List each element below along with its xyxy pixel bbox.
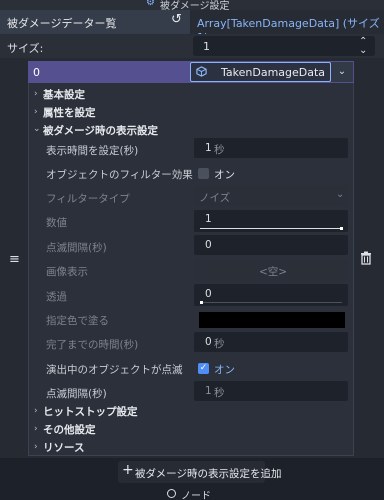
- chevron-down-icon[interactable]: ⌄: [336, 189, 344, 200]
- numeric-slider-track: [200, 228, 342, 229]
- row-label-blink-interval-2: 点滅間隔(秒): [46, 388, 107, 400]
- size-input[interactable]: [193, 36, 375, 56]
- transparency-value: 0: [205, 288, 212, 300]
- element-index: 0: [33, 66, 40, 79]
- filter-effect-value: オン: [214, 169, 235, 181]
- blink-interval-2-value: 1: [205, 385, 212, 397]
- row-label-complete-time: 完了までの時間(秒): [46, 339, 139, 351]
- filter-effect-checkbox[interactable]: [198, 168, 209, 179]
- transparency-slider-knob[interactable]: [200, 301, 203, 304]
- resource-type-label: TakenDamageData: [221, 66, 326, 79]
- numeric-value: 1: [205, 213, 212, 225]
- row-label-filter-effect: オブジェクトのフィルター効果: [46, 169, 193, 181]
- chevron-down-icon[interactable]: ⌄: [331, 62, 353, 82]
- complete-time-unit: 秒: [214, 338, 225, 350]
- chevron-right-icon[interactable]: ›: [34, 442, 38, 452]
- chevron-right-icon[interactable]: ›: [34, 406, 38, 416]
- blink-interval-input[interactable]: [194, 235, 348, 255]
- numeric-slider-knob[interactable]: [340, 227, 343, 230]
- node-tab-label[interactable]: ノード: [181, 487, 211, 500]
- transparency-slider-track: [200, 302, 342, 303]
- row-label-blink-during: 演出中のオブジェクトが点滅: [46, 364, 183, 376]
- size-value: 1: [203, 40, 210, 53]
- blink-during-checkbox[interactable]: ✓: [198, 363, 209, 374]
- section-hitstop[interactable]: ヒットストップ設定: [43, 404, 138, 419]
- display-time-unit: 秒: [214, 144, 225, 156]
- chevron-right-icon[interactable]: ›: [34, 89, 38, 99]
- section-basic[interactable]: 基本設定: [43, 87, 85, 102]
- section-display[interactable]: 被ダメージ時の表示設定: [43, 123, 158, 138]
- row-label-filter-type: フィルタータイプ: [46, 193, 130, 205]
- property-name: 被ダメージデーター覧: [7, 17, 117, 30]
- row-label-blink-interval: 点滅間隔(秒): [46, 242, 107, 254]
- size-label: サイズ:: [7, 42, 44, 55]
- row-label-image: 画像表示: [46, 266, 88, 278]
- plus-icon: +: [122, 462, 134, 478]
- size-stepper-icon[interactable]: ⌃ ⌄: [359, 37, 367, 56]
- revert-icon[interactable]: ↺: [171, 13, 185, 27]
- display-time-value: 1: [205, 142, 212, 154]
- complete-time-value: 0: [205, 336, 212, 348]
- add-element-label: 被ダメージ時の表示設定を追加: [135, 468, 282, 480]
- chevron-right-icon[interactable]: ›: [34, 107, 38, 117]
- chevron-right-icon[interactable]: ›: [34, 424, 38, 434]
- resource-cube-icon: [196, 66, 207, 77]
- filter-type-value: ノイズ: [199, 192, 231, 204]
- row-label-fill-color: 指定色で塗る: [46, 315, 109, 327]
- gear-icon: ⚙: [146, 0, 155, 8]
- section-attributes[interactable]: 属性を設定: [43, 105, 96, 120]
- row-label-transparency: 透過: [46, 291, 67, 303]
- blink-during-value: オン: [214, 364, 235, 376]
- blink-interval-2-unit: 秒: [214, 387, 225, 399]
- section-others[interactable]: その他設定: [43, 422, 96, 437]
- row-label-display-time: 表示時間を設定(秒): [46, 145, 139, 157]
- section-resources[interactable]: リソース: [43, 440, 84, 455]
- blink-interval-value: 0: [205, 239, 212, 251]
- node-circle-icon: [167, 489, 176, 498]
- image-value: <空>: [259, 266, 288, 278]
- fill-color-swatch[interactable]: [199, 312, 345, 328]
- drag-handle-icon[interactable]: ≡: [9, 252, 20, 267]
- row-label-numeric: 数値: [46, 217, 67, 229]
- chevron-down-icon[interactable]: ⌄: [33, 124, 41, 134]
- trash-icon[interactable]: [359, 251, 373, 265]
